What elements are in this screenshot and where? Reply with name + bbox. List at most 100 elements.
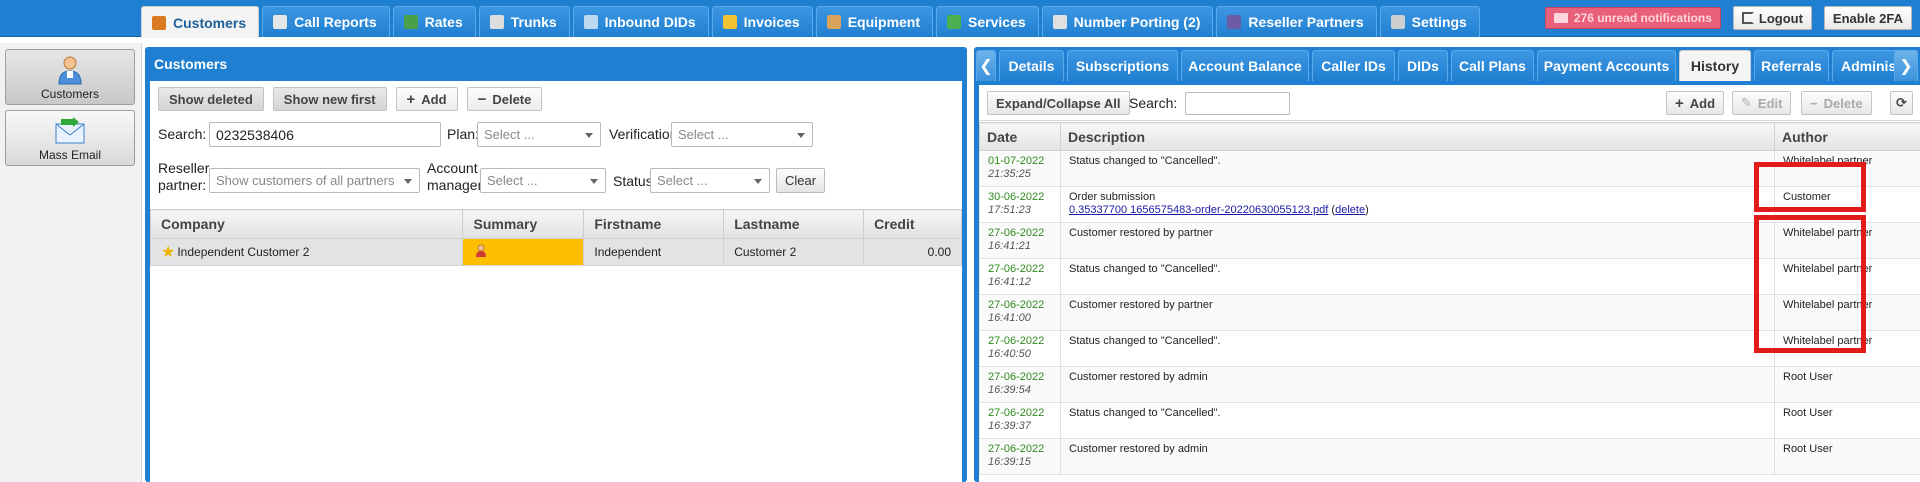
refresh-button[interactable]: ⟳ [1890,91,1913,115]
plus-icon: + [406,90,416,108]
history-edit-button[interactable]: ✎ Edit [1732,91,1792,115]
tab-referrals[interactable]: Referrals [1754,50,1829,81]
author-cell: Whitelabel partner [1774,222,1920,259]
summary-cell [462,238,585,266]
table-row[interactable]: 27-06-2022 16:39:37 Status changed to "Can… [979,402,1920,439]
trunk-icon [489,15,504,29]
tab-administration[interactable]: Adminis [1832,50,1902,81]
pencil-icon: ✎ [1741,95,1752,110]
nav-tab-trunks[interactable]: Trunks [478,6,570,37]
tab-payment-accounts[interactable]: Payment Accounts [1537,50,1676,81]
table-row[interactable]: 27-06-2022 16:39:15 Customer restored by a… [979,438,1920,475]
table-row[interactable]: 27-06-2022 16:41:00 Customer restored by p… [979,294,1920,331]
nav-tab-reseller-partners[interactable]: Reseller Partners [1216,6,1377,37]
column-date[interactable]: Date [979,122,1061,151]
nav-tab-call-reports[interactable]: Call Reports [262,6,390,37]
logout-button[interactable]: Logout [1732,6,1812,30]
time-text: 16:39:54 [988,384,1031,396]
nav-tab-equipment[interactable]: Equipment [815,6,934,37]
table-row[interactable]: 27-06-2022 16:40:50 Status changed to "Can… [979,330,1920,367]
notifications-button[interactable]: 276 unread notifications [1544,7,1721,29]
table-row[interactable]: 30-06-2022 17:51:23 Order submission 0.3533… [979,186,1920,223]
chevron-down-icon [754,179,762,184]
status-select[interactable]: Select ... [650,168,770,193]
nav-tab-label: Rates [424,14,463,30]
date-cell: 27-06-2022 16:39:15 [979,438,1061,475]
nav-tab-invoices[interactable]: Invoices [711,6,813,37]
column-author[interactable]: Author [1774,122,1920,151]
tab-details[interactable]: Details [999,50,1064,81]
nav-tab-number-porting-2[interactable]: Number Porting (2) [1041,6,1214,37]
plan-select[interactable]: Select ... [477,122,601,147]
history-table-header: Date Description Author [979,122,1920,151]
tabs-scroll-left-button[interactable]: ❮ [976,50,996,81]
tab-history[interactable]: History [1679,50,1751,81]
partner-icon [1227,15,1242,29]
customer-search-input[interactable] [209,122,441,147]
quick-mass-email-button[interactable]: Mass Email [5,110,135,166]
verification-select[interactable]: Select ... [671,122,813,147]
account-manager-select[interactable]: Select ... [480,168,606,193]
account-manager-select-value: Select ... [487,173,538,188]
attachment-link[interactable]: 0.35337700 1656575483-order-202206300551… [1069,204,1328,216]
tab-subscriptions[interactable]: Subscriptions [1067,50,1178,81]
delete-attachment-link[interactable]: delete [1335,204,1365,216]
time-text: 17:51:23 [988,204,1031,216]
table-row[interactable]: 27-06-2022 16:41:21 Customer restored by p… [979,222,1920,259]
history-add-button[interactable]: + Add [1666,91,1725,115]
customers-panel: Customers Show deleted Show new first + … [145,47,967,482]
add-customer-button[interactable]: + Add [395,87,458,111]
delete-customer-button[interactable]: − Delete [466,87,543,111]
envelope-icon [1553,13,1568,23]
expand-collapse-all-button[interactable]: Expand/Collapse All [987,91,1130,115]
tab-caller-ids[interactable]: Caller IDs [1312,50,1395,81]
star-icon: ★ [161,244,176,261]
column-summary[interactable]: Summary [462,209,585,239]
table-row[interactable]: 27-06-2022 16:39:54 Customer restored by a… [979,366,1920,403]
nav-tab-settings[interactable]: Settings [1379,6,1480,37]
description-cell: Status changed to "Cancelled". [1060,402,1775,439]
date-text: 01-07-2022 [988,155,1045,167]
nav-tab-inbound-dids[interactable]: Inbound DIDs [572,6,709,37]
plan-label: Plan: [447,126,479,142]
nav-tab-customers[interactable]: Customers [141,6,260,38]
chevron-left-icon: ❮ [979,58,993,75]
nav-tab-services[interactable]: Services [936,6,1039,37]
table-row[interactable]: ★ Independent Customer 2 Independent Cust… [149,238,962,266]
clear-filters-button[interactable]: Clear [776,168,826,193]
column-firstname[interactable]: Firstname [583,209,725,239]
enable-2fa-button[interactable]: Enable 2FA [1823,6,1912,30]
lastname-cell: Customer 2 [723,238,865,266]
description-cell: Customer restored by partner [1060,294,1775,331]
time-text: 16:41:21 [988,240,1031,252]
author-cell: Whitelabel partner [1774,330,1920,367]
history-search-input[interactable] [1185,92,1290,115]
table-row[interactable]: 01-07-2022 21:35:25 Status changed to "Can… [979,150,1920,187]
date-text: 30-06-2022 [988,191,1045,203]
date-text: 27-06-2022 [988,371,1045,383]
box-icon [826,15,841,29]
tab-account-balance[interactable]: Account Balance [1181,50,1309,81]
column-lastname[interactable]: Lastname [723,209,865,239]
history-toolbar: Expand/Collapse All Search: + Add ✎ Edit… [979,85,1920,121]
column-credit[interactable]: Credit [863,209,962,239]
top-right-actions: 276 unread notifications Logout Enable 2… [1544,6,1912,30]
history-delete-button[interactable]: − Delete [1801,91,1872,115]
show-deleted-button[interactable]: Show deleted [158,87,264,111]
delete-customer-label: Delete [492,91,532,107]
tab-call-plans[interactable]: Call Plans [1451,50,1534,81]
description-text: Status changed to "Cancelled". [1069,407,1221,419]
column-description[interactable]: Description [1060,122,1775,151]
customer-details-panel: ❮ Details Subscriptions Account Balance … [974,47,1920,482]
column-company[interactable]: Company [149,209,464,239]
history-add-label: Add [1689,95,1716,111]
quick-customers-button[interactable]: Customers [5,49,135,105]
history-search-label: Search: [1129,95,1178,111]
show-new-first-button[interactable]: Show new first [272,87,387,111]
tab-dids[interactable]: DIDs [1398,50,1448,81]
reseller-partner-select[interactable]: Show customers of all partners [209,168,420,193]
table-row[interactable]: 27-06-2022 16:41:12 Status changed to "Can… [979,258,1920,295]
tabs-scroll-right-button[interactable]: ❯ [1894,50,1918,81]
plan-select-value: Select ... [484,127,535,142]
nav-tab-rates[interactable]: Rates [392,6,476,37]
